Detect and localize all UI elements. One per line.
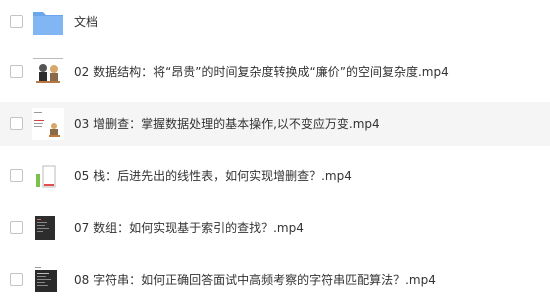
row-checkbox[interactable] [10,169,23,182]
file-row-folder[interactable]: 文档 [0,0,550,44]
file-name[interactable]: 03 增删查：掌握数据处理的基本操作,以不变应万变.mp4 [74,116,380,132]
video-thumbnail-icon [32,56,64,88]
row-checkbox[interactable] [10,221,23,234]
file-name[interactable]: 文档 [74,14,98,30]
file-name[interactable]: 02 数据结构：将“昂贵”的时间复杂度转换成“廉价”的空间复杂度.mp4 [74,64,449,80]
file-name[interactable]: 07 数组：如何实现基于索引的查找？.mp4 [74,220,304,236]
row-checkbox[interactable] [10,117,23,130]
file-row-video[interactable]: 08 字符串：如何正确回答面试中高频考察的字符串匹配算法？.mp4 [0,258,550,302]
file-row-video[interactable]: 07 数组：如何实现基于索引的查找？.mp4 [0,206,550,250]
row-checkbox[interactable] [10,273,23,286]
file-row-video[interactable]: 05 栈：后进先出的线性表，如何实现增删查？.mp4 [0,154,550,198]
row-checkbox[interactable] [10,15,23,28]
row-checkbox[interactable] [10,65,23,78]
video-thumbnail-icon [32,212,64,244]
file-row-video[interactable]: 02 数据结构：将“昂贵”的时间复杂度转换成“廉价”的空间复杂度.mp4 [0,50,550,94]
file-list: 文档 02 数据结构：将“昂贵”的时间复杂度转换成“廉价”的空间复杂度.mp4 [0,0,550,296]
video-thumbnail-icon [32,160,64,192]
folder-icon [32,6,64,38]
file-name[interactable]: 05 栈：后进先出的线性表，如何实现增删查？.mp4 [74,168,352,184]
file-row-video-selected[interactable]: 03 增删查：掌握数据处理的基本操作,以不变应万变.mp4 [0,102,550,146]
video-thumbnail-icon [32,264,64,296]
file-name[interactable]: 08 字符串：如何正确回答面试中高频考察的字符串匹配算法？.mp4 [74,272,436,288]
video-thumbnail-icon [32,108,64,140]
